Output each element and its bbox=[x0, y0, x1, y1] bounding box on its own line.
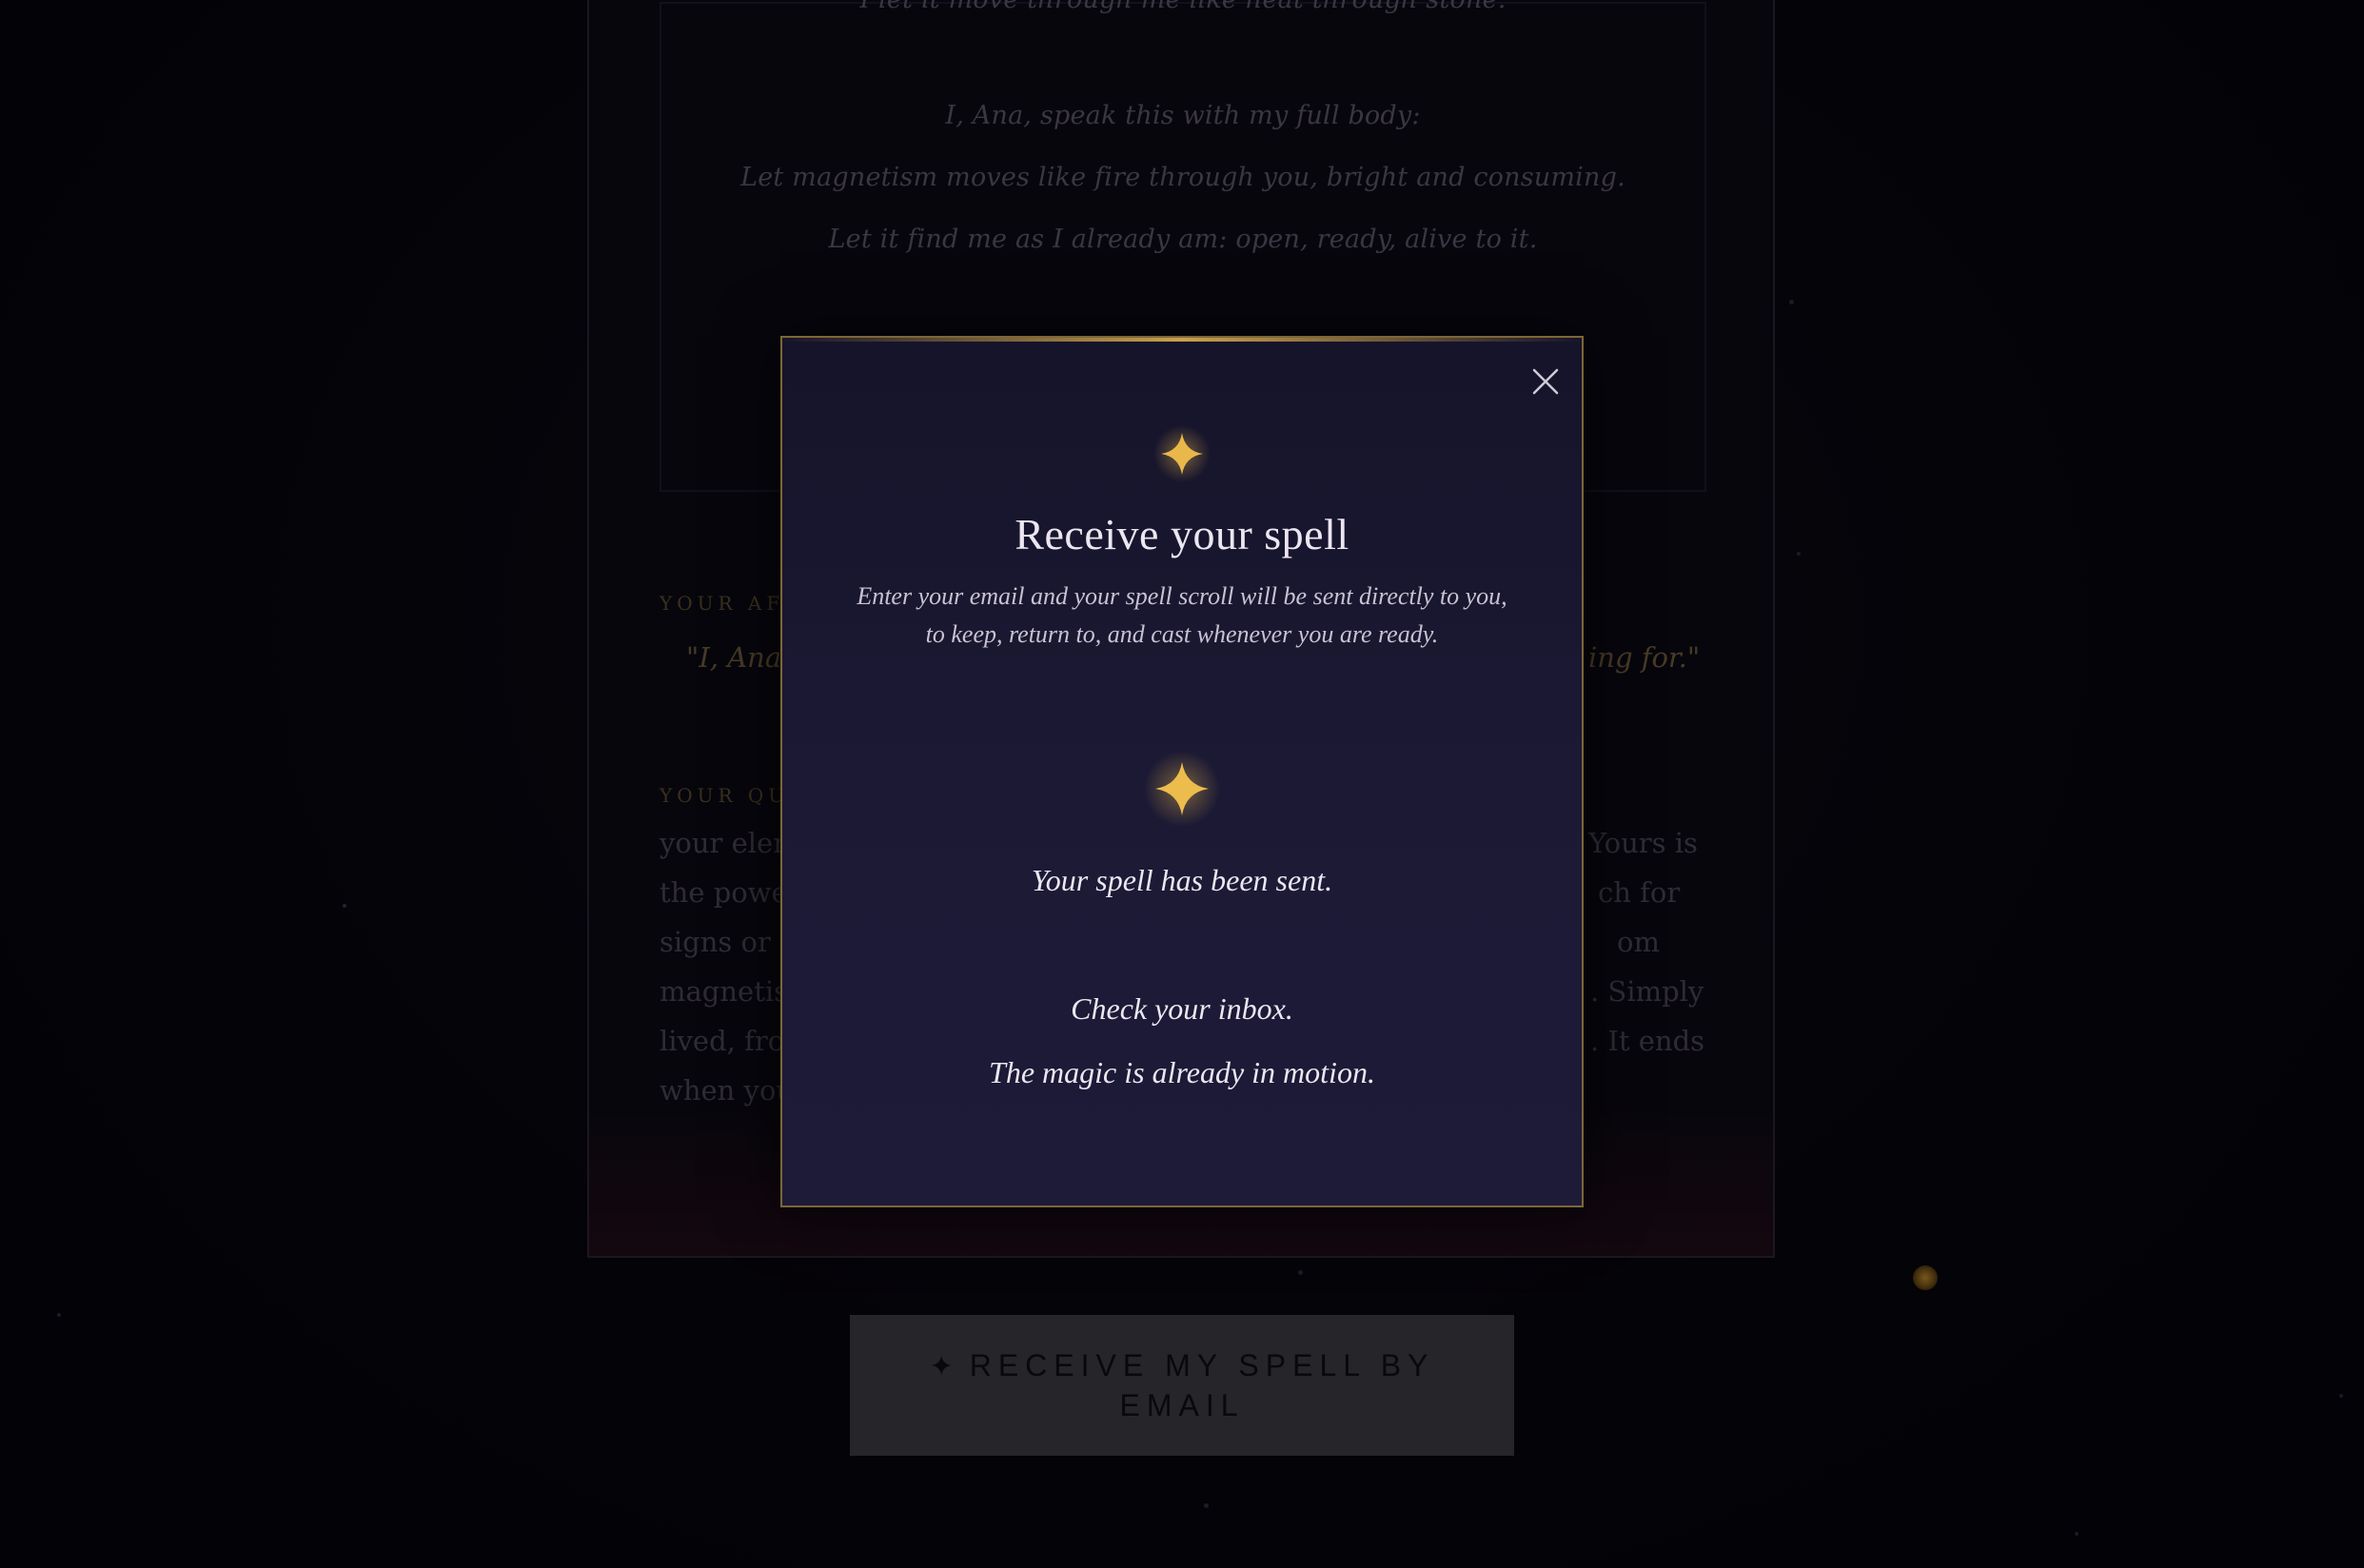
check-inbox-message: Check your inbox. bbox=[1071, 991, 1293, 1026]
sparkle-icon bbox=[1144, 751, 1220, 827]
modal-title: Receive your spell bbox=[1015, 510, 1349, 559]
close-button[interactable] bbox=[1527, 363, 1565, 401]
receive-spell-modal: Receive your spell Enter your email and … bbox=[780, 336, 1584, 1207]
modal-top-accent bbox=[782, 338, 1582, 342]
magic-in-motion-message: The magic is already in motion. bbox=[989, 1055, 1375, 1089]
modal-subtitle: Enter your email and your spell scroll w… bbox=[857, 582, 1507, 648]
sparkle-icon bbox=[1153, 425, 1211, 482]
close-icon bbox=[1532, 368, 1559, 395]
spell-sent-message: Your spell has been sent. bbox=[1031, 863, 1333, 897]
